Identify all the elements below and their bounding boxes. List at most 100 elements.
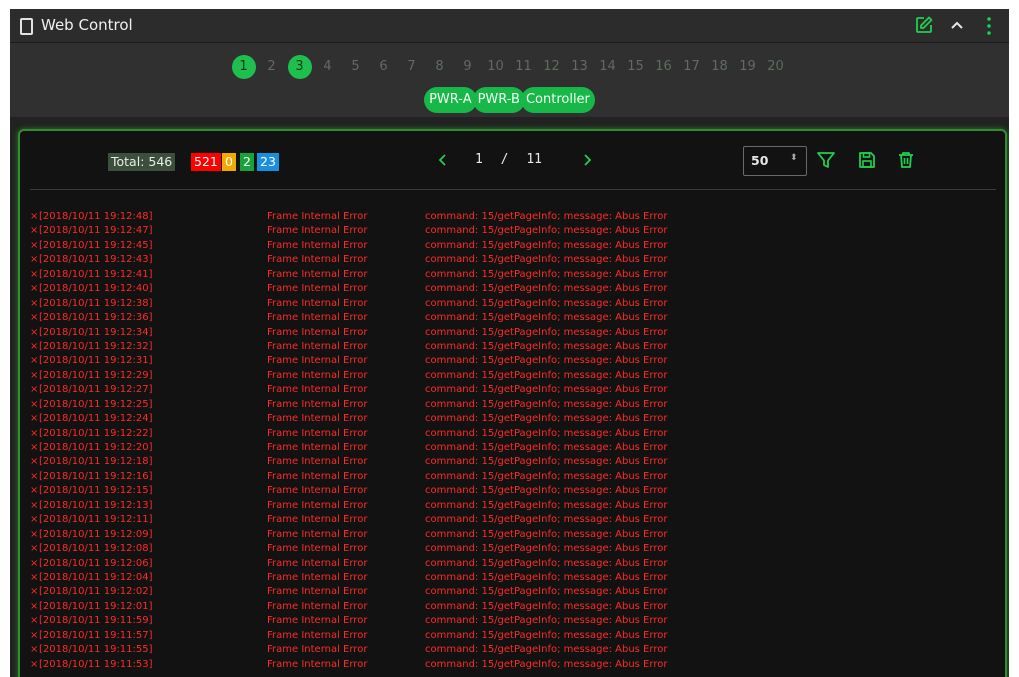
log-row: × [2018/10/11 19:11:57] Frame Internal Err… [30, 629, 990, 643]
log-timestamp: [2018/10/11 19:12:01] [39, 600, 153, 612]
page-size-value: 50 [751, 153, 769, 168]
slot-4[interactable]: 4 [316, 55, 340, 79]
chevron-up-icon[interactable] [949, 17, 965, 37]
slot-16[interactable]: 16 [652, 55, 676, 79]
error-marker-icon: × [30, 644, 39, 656]
slot-11[interactable]: 11 [512, 55, 536, 79]
trash-icon[interactable] [896, 150, 916, 174]
more-vertical-icon[interactable] [985, 16, 993, 40]
log-message: command: 15/getPageInfo; message: Abus E… [425, 442, 668, 453]
log-message: command: 15/getPageInfo; message: Abus E… [425, 283, 668, 295]
log-row: × [2018/10/11 19:12:09] Frame Internal Err… [30, 528, 990, 542]
log-type: Frame Internal Error [267, 268, 368, 280]
slot-18[interactable]: 18 [708, 55, 732, 79]
log-message: command: 15/getPageInfo; message: Abus E… [425, 658, 668, 670]
error-marker-icon: × [30, 485, 39, 497]
slot-5[interactable]: 5 [344, 55, 368, 79]
log-timestamp: [2018/10/11 19:12:25] [39, 398, 153, 410]
log-type: Frame Internal Error [267, 340, 368, 352]
log-type: Frame Internal Error [267, 600, 368, 612]
log-type: Frame Internal Error [267, 355, 368, 367]
slot-2[interactable]: 2 [260, 55, 284, 79]
error-marker-icon: × [30, 586, 39, 598]
log-timestamp: [2018/10/11 19:12:04] [39, 571, 153, 583]
log-message: command: 15/getPageInfo; message: Abus E… [425, 485, 668, 497]
log-message: command: 15/getPageInfo; message: Abus E… [425, 369, 668, 381]
log-message: command: 15/getPageInfo; message: Abus E… [425, 615, 668, 627]
chevron-right-icon[interactable] [580, 151, 594, 173]
slot-14[interactable]: 14 [596, 55, 620, 79]
log-row: × [2018/10/11 19:12:24] Frame Internal Err… [30, 412, 990, 426]
log-message: command: 15/getPageInfo; message: Abus E… [425, 413, 668, 425]
log-row: × [2018/10/11 19:12:08] Frame Internal Err… [30, 542, 990, 556]
slot-12[interactable]: 12 [540, 55, 564, 79]
log-timestamp: [2018/10/11 19:11:55] [39, 644, 153, 656]
ok-count-badge[interactable]: 2 [240, 153, 254, 171]
log-timestamp: [2018/10/11 19:12:16] [39, 470, 153, 482]
log-row: × [2018/10/11 19:12:22] Frame Internal Err… [30, 427, 990, 441]
error-marker-icon: × [30, 239, 39, 251]
log-timestamp: [2018/10/11 19:12:31] [39, 355, 153, 367]
warning-count-badge[interactable]: 0 [222, 153, 236, 171]
chevron-left-icon[interactable] [436, 151, 450, 173]
log-row: × [2018/10/11 19:11:59] Frame Internal Err… [30, 614, 990, 628]
error-count-badge[interactable]: 521 [191, 153, 221, 171]
slot-17[interactable]: 17 [680, 55, 704, 79]
log-type: Frame Internal Error [267, 312, 368, 324]
log-type: Frame Internal Error [267, 470, 368, 482]
log-type: Frame Internal Error [267, 398, 368, 410]
log-type: Frame Internal Error [267, 297, 368, 309]
log-type: Frame Internal Error [267, 557, 368, 569]
log-timestamp: [2018/10/11 19:12:24] [39, 413, 153, 425]
log-message: command: 15/getPageInfo; message: Abus E… [425, 499, 668, 511]
log-type: Frame Internal Error [267, 427, 368, 439]
module-tab-controller[interactable]: Controller [520, 87, 595, 113]
log-row: × [2018/10/11 19:12:41] Frame Internal Err… [30, 268, 990, 282]
log-message: command: 15/getPageInfo; message: Abus E… [425, 456, 668, 468]
log-timestamp: [2018/10/11 19:12:45] [39, 239, 153, 251]
log-row: × [2018/10/11 19:11:53] Frame Internal Err… [30, 658, 990, 672]
slot-1[interactable]: 1 [231, 55, 256, 79]
log-timestamp: [2018/10/11 19:12:08] [39, 543, 153, 555]
log-timestamp: [2018/10/11 19:12:09] [39, 528, 153, 540]
page-separator: / [500, 152, 509, 167]
log-message: command: 15/getPageInfo; message: Abus E… [425, 355, 668, 367]
slot-8[interactable]: 8 [428, 55, 452, 79]
error-marker-icon: × [30, 629, 39, 641]
slot-20[interactable]: 20 [764, 55, 788, 79]
log-timestamp: [2018/10/11 19:12:36] [39, 312, 153, 324]
slot-6[interactable]: 6 [372, 55, 396, 79]
module-tab-pwr-b[interactable]: PWR-B [472, 87, 525, 113]
slot-13[interactable]: 13 [568, 55, 592, 79]
log-type: Frame Internal Error [267, 456, 368, 468]
slot-19[interactable]: 19 [736, 55, 760, 79]
log-type: Frame Internal Error [267, 499, 368, 511]
log-timestamp: [2018/10/11 19:12:11] [39, 514, 153, 526]
log-message: command: 15/getPageInfo; message: Abus E… [425, 326, 668, 338]
log-type: Frame Internal Error [267, 283, 368, 295]
log-row: × [2018/10/11 19:12:06] Frame Internal Err… [30, 557, 990, 571]
log-panel: Total: 546 521 0 2 23 1 / 11 50 ⬍ × [201… [18, 129, 1007, 677]
edit-icon[interactable] [914, 15, 934, 39]
log-timestamp: [2018/10/11 19:12:34] [39, 326, 153, 338]
slot-3[interactable]: 3 [287, 55, 312, 79]
slot-15[interactable]: 15 [624, 55, 648, 79]
module-tab-pwr-a[interactable]: PWR-A [424, 87, 477, 113]
log-message: command: 15/getPageInfo; message: Abus E… [425, 340, 668, 352]
info-count-badge[interactable]: 23 [257, 153, 279, 171]
log-message: command: 15/getPageInfo; message: Abus E… [425, 586, 668, 598]
error-marker-icon: × [30, 355, 39, 367]
slot-9[interactable]: 9 [456, 55, 480, 79]
log-type: Frame Internal Error [267, 629, 368, 641]
log-message: command: 15/getPageInfo; message: Abus E… [425, 312, 668, 324]
page-size-select[interactable]: 50 ⬍ [743, 146, 807, 176]
log-row: × [2018/10/11 19:12:11] Frame Internal Err… [30, 513, 990, 527]
slot-7[interactable]: 7 [400, 55, 424, 79]
log-row: × [2018/10/11 19:12:34] Frame Internal Err… [30, 326, 990, 340]
module-tabs: PWR-A PWR-B Controller [10, 87, 1009, 113]
log-type: Frame Internal Error [267, 369, 368, 381]
filter-icon[interactable] [816, 150, 836, 174]
save-icon[interactable] [857, 150, 877, 174]
slot-10[interactable]: 10 [484, 55, 508, 79]
log-type: Frame Internal Error [267, 211, 368, 222]
